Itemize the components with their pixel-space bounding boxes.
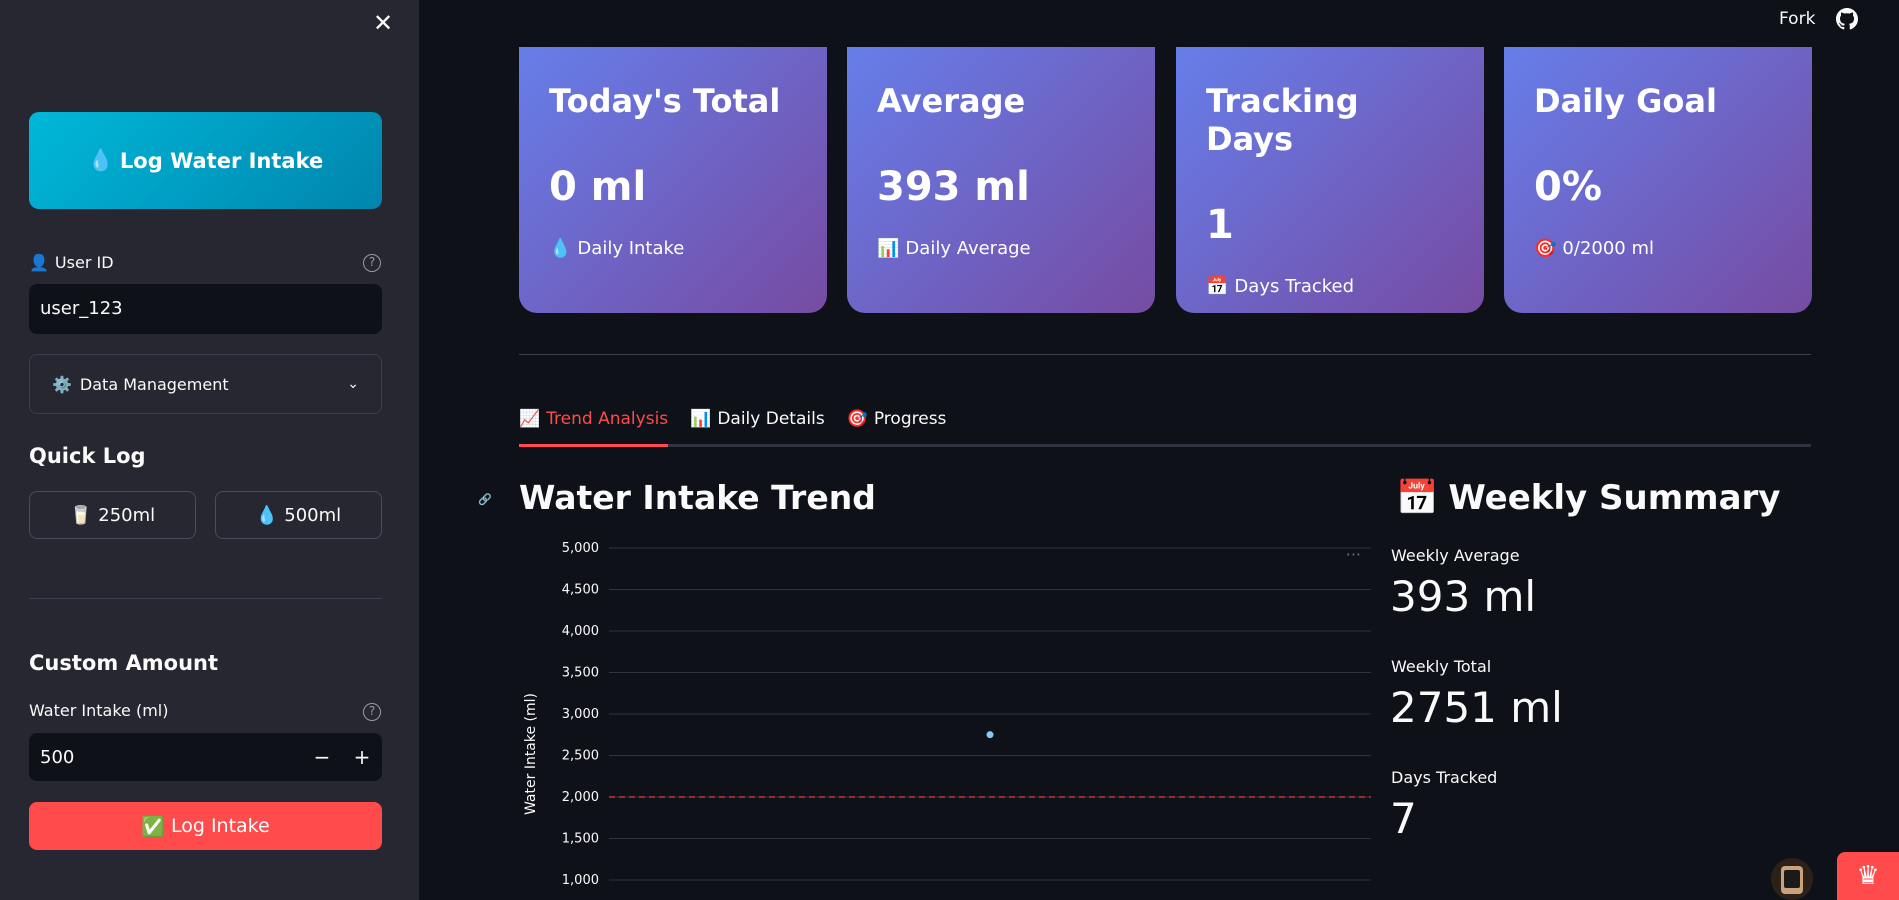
metric-title: Today's Total <box>549 82 781 120</box>
y-tick-label: 5,000 <box>562 541 599 556</box>
tab-bar: 📈 Trend Analysis 📊 Daily Details 🎯 Progr… <box>519 405 1811 447</box>
quantity-stepper: − + <box>302 745 382 769</box>
metric-card-tracking-days: Tracking Days 1 📅 Days Tracked <box>1176 47 1484 313</box>
weekly-total-label: Weekly Total <box>1391 657 1492 676</box>
quick-log-250-button[interactable]: 🥛 250ml <box>29 491 196 539</box>
decrement-button[interactable]: − <box>302 745 342 769</box>
github-icon[interactable] <box>1836 8 1858 30</box>
custom-amount-title: Custom Amount <box>29 651 219 675</box>
sidebar-divider <box>29 598 382 599</box>
tab-label: Daily Details <box>717 409 825 429</box>
tab-progress[interactable]: 🎯 Progress <box>847 405 947 447</box>
gear-icon: ⚙️ <box>52 374 72 394</box>
y-tick-label: 2,500 <box>562 749 599 764</box>
weekly-average-label: Weekly Average <box>1391 546 1520 565</box>
quick-log-250-label: 250ml <box>98 504 156 526</box>
sidebar: ✕ 💧 Log Water Intake 👤 User ID ? user_12… <box>0 0 419 900</box>
weekly-summary-title-text: Weekly Summary <box>1448 478 1781 518</box>
increment-button[interactable]: + <box>342 745 382 769</box>
bar-chart-icon: 📊 <box>877 238 900 259</box>
target-icon: 🎯 <box>1534 238 1557 259</box>
help-icon[interactable]: ? <box>363 254 381 272</box>
log-water-intake-button[interactable]: 💧 Log Water Intake <box>29 112 382 209</box>
chart-title: Water Intake Trend <box>519 478 876 517</box>
user-id-label-text: User ID <box>54 253 114 272</box>
water-intake-chart: 1,000 1,500 2,000 2,500 3,000 3,500 4,000 4,500… <box>523 541 1371 888</box>
weekly-summary-title: 📅 Weekly Summary <box>1396 478 1780 518</box>
metric-value: 0% <box>1534 164 1602 210</box>
metric-card-todays-total: Today's Total 0 ml 💧 Daily Intake <box>519 47 827 313</box>
avatar-image <box>1771 858 1813 900</box>
data-management-label: Data Management <box>79 374 229 394</box>
user-id-label: 👤 User ID <box>29 253 114 272</box>
metric-title: Tracking Days <box>1206 82 1359 158</box>
quick-log-500-button[interactable]: 💧 500ml <box>215 491 382 539</box>
user-id-input[interactable]: user_123 <box>29 284 382 334</box>
y-tick-label: 3,500 <box>562 666 599 681</box>
metric-title: Average <box>877 82 1026 120</box>
tab-trend-analysis[interactable]: 📈 Trend Analysis <box>519 405 669 447</box>
log-water-intake-label: Log Water Intake <box>119 148 324 173</box>
metric-value: 393 ml <box>877 164 1030 210</box>
main-divider <box>519 354 1811 355</box>
metric-card-average: Average 393 ml 📊 Daily Average <box>847 47 1155 313</box>
y-axis-label: Water Intake (ml) <box>523 693 539 815</box>
quick-log-title: Quick Log <box>29 444 146 468</box>
metric-subtitle: 📅 Days Tracked <box>1206 276 1454 297</box>
anchor-link-icon[interactable]: 🔗 <box>478 493 492 506</box>
close-icon[interactable]: ✕ <box>370 10 396 36</box>
metric-value: 0 ml <box>549 164 647 210</box>
data-point <box>986 731 994 739</box>
calendar-icon: 📅 <box>1396 478 1439 518</box>
metric-card-daily-goal: Daily Goal 0% 🎯 0/2000 ml <box>1504 47 1812 313</box>
trend-chart-icon: 📈 <box>519 409 541 429</box>
metric-subtitle: 💧 Daily Intake <box>549 238 797 259</box>
water-drop-icon: 💧 <box>255 504 279 526</box>
y-tick-label: 1,500 <box>562 832 599 847</box>
metric-subtitle-text: Daily Intake <box>577 238 685 259</box>
chart-menu-icon[interactable]: ··· <box>1346 545 1361 564</box>
tab-daily-details[interactable]: 📊 Daily Details <box>690 405 825 447</box>
water-intake-number-input[interactable]: 500 − + <box>29 733 382 781</box>
water-drop-icon: 💧 <box>87 148 114 172</box>
target-icon: 🎯 <box>846 409 868 429</box>
y-tick-label: 4,000 <box>562 624 599 639</box>
water-intake-field-label: Water Intake (ml) <box>29 701 169 720</box>
weekly-average-value: 393 ml <box>1390 572 1537 621</box>
y-tick-label: 2,000 <box>562 790 599 805</box>
tab-label: Progress <box>873 409 947 429</box>
data-management-expander[interactable]: ⚙️ Data Management ⌄ <box>29 354 382 414</box>
crown-icon[interactable]: ♛ <box>1837 852 1899 900</box>
metric-title: Daily Goal <box>1534 82 1717 120</box>
glass-icon: 🥛 <box>69 504 93 526</box>
tab-label: Trend Analysis <box>546 409 669 429</box>
help-icon[interactable]: ? <box>363 703 381 721</box>
metric-subtitle-text: Daily Average <box>905 238 1031 259</box>
y-tick-label: 3,000 <box>562 707 599 722</box>
check-icon: ✅ <box>141 815 165 838</box>
y-tick-label: 4,500 <box>562 583 599 598</box>
metric-value: 1 <box>1206 202 1234 248</box>
chevron-down-icon: ⌄ <box>347 376 359 392</box>
bar-chart-icon: 📊 <box>690 409 712 429</box>
y-tick-label: 1,000 <box>562 873 599 888</box>
metric-subtitle-text: Days Tracked <box>1234 276 1355 297</box>
calendar-icon: 📅 <box>1206 276 1229 297</box>
fork-link[interactable]: Fork <box>1779 9 1815 29</box>
metric-subtitle: 📊 Daily Average <box>877 238 1125 259</box>
weekly-total-value: 2751 ml <box>1390 683 1563 732</box>
days-tracked-label: Days Tracked <box>1391 768 1498 787</box>
log-intake-button[interactable]: ✅ Log Intake <box>29 802 382 850</box>
quick-log-500-label: 500ml <box>284 504 342 526</box>
user-icon: 👤 <box>29 253 49 272</box>
water-drop-icon: 💧 <box>549 238 572 259</box>
avatar[interactable] <box>1771 858 1813 900</box>
days-tracked-value: 7 <box>1390 794 1417 843</box>
metric-subtitle-text: 0/2000 ml <box>1562 238 1655 259</box>
metric-subtitle: 🎯 0/2000 ml <box>1534 238 1782 259</box>
log-intake-label: Log Intake <box>170 815 270 837</box>
water-intake-value[interactable]: 500 <box>40 747 74 768</box>
